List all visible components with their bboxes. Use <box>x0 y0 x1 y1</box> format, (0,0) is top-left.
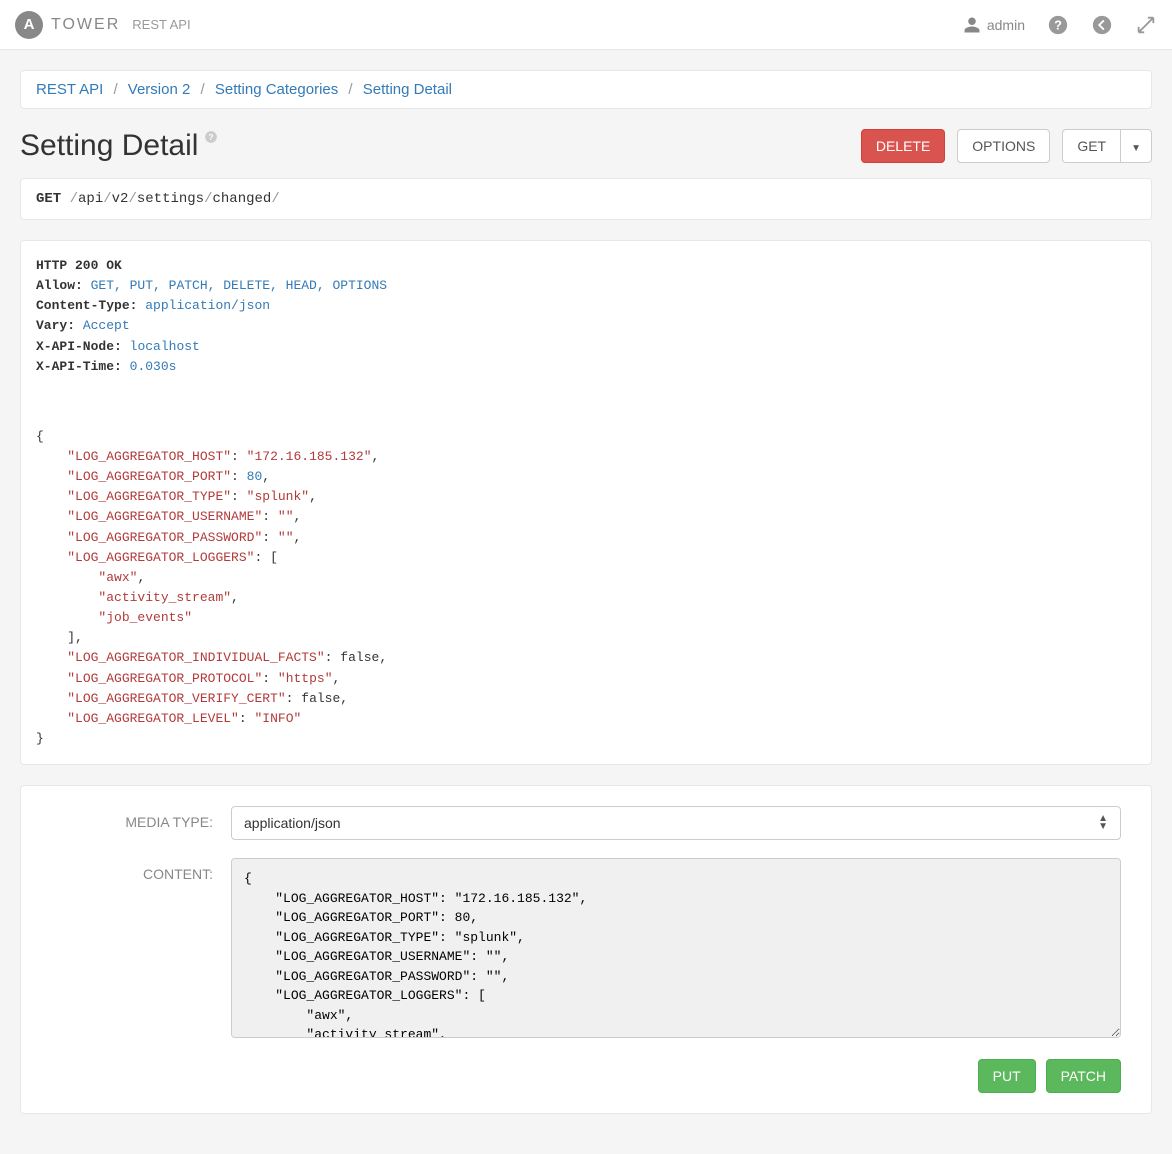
breadcrumb: REST API / Version 2 / Setting Categorie… <box>20 70 1152 109</box>
form-actions: PUT PATCH <box>51 1059 1121 1093</box>
breadcrumb-separator: / <box>113 81 117 98</box>
delete-button[interactable]: DELETE <box>861 129 945 163</box>
breadcrumb-link[interactable]: Version 2 <box>128 81 191 98</box>
user-icon <box>963 16 981 34</box>
back-icon[interactable] <box>1091 14 1113 36</box>
top-header: A TOWER REST API admin ? <box>0 0 1172 50</box>
user-menu[interactable]: admin <box>963 16 1025 34</box>
content-textarea[interactable] <box>231 858 1121 1038</box>
breadcrumb-link[interactable]: Setting Detail <box>363 81 452 98</box>
svg-text:?: ? <box>209 132 214 141</box>
brand-name: TOWER <box>51 16 120 34</box>
breadcrumb-separator: / <box>201 81 205 98</box>
brand-block: A TOWER REST API <box>15 11 191 39</box>
options-button[interactable]: OPTIONS <box>957 129 1050 163</box>
request-line-card: GET /api/v2/settings/changed/ <box>20 178 1152 220</box>
get-button[interactable]: GET <box>1062 129 1120 163</box>
action-buttons: DELETE OPTIONS GET ▼ <box>861 129 1152 163</box>
form-card: MEDIA TYPE: application/json ▲▼ CONTENT:… <box>20 785 1152 1114</box>
caret-down-icon: ▼ <box>1131 143 1141 154</box>
title-row: Setting Detail ? DELETE OPTIONS GET ▼ <box>20 129 1152 163</box>
request-line: GET /api/v2/settings/changed/ <box>36 191 1136 207</box>
page-title-text: Setting Detail <box>20 129 198 163</box>
put-button[interactable]: PUT <box>978 1059 1036 1093</box>
page-title: Setting Detail ? <box>20 129 218 163</box>
expand-icon[interactable] <box>1135 14 1157 36</box>
response-body: { "LOG_AGGREGATOR_HOST": "172.16.185.132… <box>36 427 1136 749</box>
breadcrumb-link[interactable]: Setting Categories <box>215 81 338 98</box>
header-right: admin ? <box>963 14 1157 36</box>
media-type-select[interactable]: application/json ▲▼ <box>231 806 1121 840</box>
media-type-label: MEDIA TYPE: <box>51 806 231 830</box>
response-headers: HTTP 200 OK Allow: GET, PUT, PATCH, DELE… <box>36 256 1136 377</box>
username: admin <box>987 17 1025 33</box>
media-type-value: application/json <box>244 815 341 831</box>
content-row: CONTENT: <box>51 858 1121 1041</box>
help-icon[interactable]: ? <box>1047 14 1069 36</box>
response-card: HTTP 200 OK Allow: GET, PUT, PATCH, DELE… <box>20 240 1152 765</box>
content-label: CONTENT: <box>51 858 231 882</box>
media-type-row: MEDIA TYPE: application/json ▲▼ <box>51 806 1121 840</box>
patch-button[interactable]: PATCH <box>1046 1059 1121 1093</box>
select-arrows-icon: ▲▼ <box>1098 815 1108 831</box>
logo-icon: A <box>15 11 43 39</box>
help-icon[interactable]: ? <box>204 130 218 147</box>
brand-subtitle: REST API <box>132 17 190 32</box>
get-button-group: GET ▼ <box>1062 129 1152 163</box>
breadcrumb-link[interactable]: REST API <box>36 81 103 98</box>
svg-text:?: ? <box>1054 17 1062 32</box>
breadcrumb-separator: / <box>348 81 352 98</box>
get-dropdown-toggle[interactable]: ▼ <box>1120 129 1152 163</box>
